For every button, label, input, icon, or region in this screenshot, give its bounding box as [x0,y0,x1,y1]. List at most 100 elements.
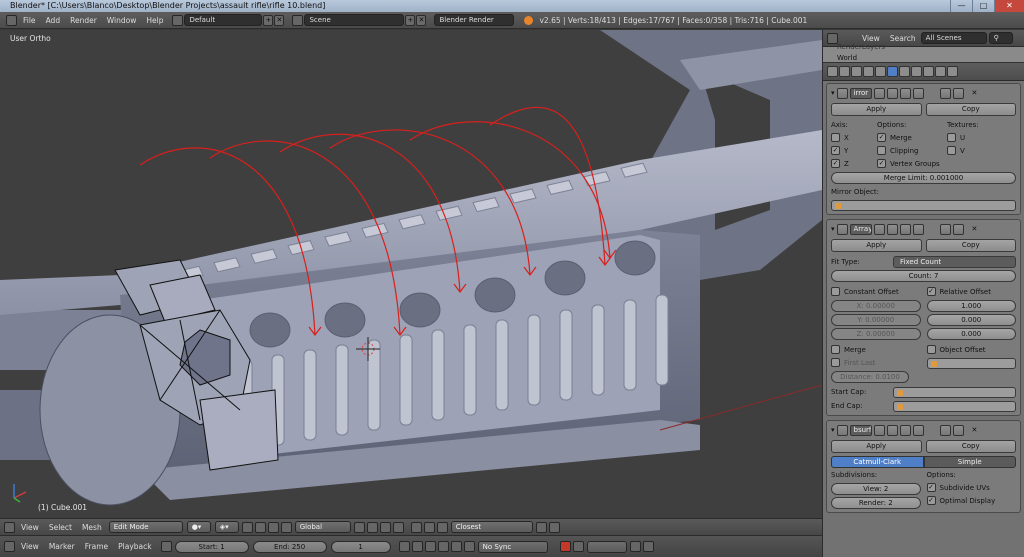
subsurf-tab-catmull-clark[interactable]: Catmull-Clark [831,456,924,468]
mirror-merge-limit-field[interactable]: Merge Limit: 0.001000 [831,172,1016,184]
menu-render[interactable]: Render [65,16,102,25]
array-constant-x-field[interactable]: X: 0.00000 [831,300,921,312]
tab-scene-icon[interactable] [839,66,850,77]
snap-align-icon[interactable] [535,521,547,533]
tab-data-icon[interactable] [899,66,910,77]
current-frame-field[interactable]: 1 [330,540,391,553]
array-constant-y-field[interactable]: Y: 0.00000 [831,314,921,326]
jump-end-icon[interactable] [463,541,475,552]
subsurf-move-up-icon[interactable] [939,424,951,436]
mode-select[interactable]: Edit Mode [108,521,183,533]
array-relative-offset-checkbox[interactable]: ✓ Relative Offset [926,285,1017,298]
array-render-toggle[interactable] [873,223,885,235]
mirror-apply-button[interactable]: Apply [831,103,922,116]
jump-start-icon[interactable] [398,541,410,552]
editor-type-icon-3d[interactable] [4,521,15,533]
snap-target-select[interactable]: Closest [450,521,533,533]
pivot-select[interactable]: ◈▾ [214,521,239,533]
array-copy-button[interactable]: Copy [925,239,1016,252]
start-frame-field[interactable]: Start: 1 [174,540,249,553]
subsurf-view-toggle[interactable] [886,424,898,436]
subsurf-cage-toggle[interactable] [912,424,924,436]
tab-world-icon[interactable] [851,66,862,77]
mirror-move-down-icon[interactable] [952,87,964,99]
magnet-icon[interactable] [436,521,448,533]
mirror-axis-y-checkbox[interactable]: ✓ Y [831,144,877,157]
subsurf-view-levels-field[interactable]: View: 2 [831,483,921,495]
mirror-render-toggle[interactable] [873,87,885,99]
mirror-clipping-checkbox[interactable]: Clipping [877,144,947,157]
collapse-icon[interactable]: ▾ [831,88,835,99]
array-apply-button[interactable]: Apply [831,239,922,252]
shading-select[interactable]: ●▾ [186,521,211,533]
mirror-remove-icon[interactable]: ✕ [972,88,978,99]
array-fit-type-select[interactable]: Fixed Count [893,256,1016,268]
preview-range-icon[interactable] [160,541,172,552]
close-button[interactable]: ✕ [994,0,1024,12]
limit-selection-icon[interactable] [392,521,404,533]
array-name-field[interactable]: Array [849,223,872,235]
mirror-axis-x-checkbox[interactable]: X [831,131,877,144]
timeline-menu-playback[interactable]: Playback [113,542,156,551]
3d-viewport[interactable]: User Ortho (1) Cube.001 [0,30,822,518]
translate-icon[interactable] [254,521,266,533]
array-cage-toggle[interactable] [912,223,924,235]
layout-icon[interactable] [172,14,184,26]
tab-object-icon[interactable] [863,66,874,77]
array-relative-x-field[interactable]: 1.000 [926,300,1016,312]
timeline-menu-frame[interactable]: Frame [80,542,113,551]
array-count-field[interactable]: Count: 7 [831,270,1016,282]
proportional-edit-icon[interactable] [410,521,422,533]
scene-remove-button[interactable]: ✕ [416,14,427,26]
delete-keyframe-icon[interactable] [642,541,654,552]
outliner-menu-search[interactable]: Search [885,34,921,43]
outliner-row-renderlayers[interactable]: RenderLayers [837,43,885,51]
scene-icon[interactable] [292,14,304,26]
play-reverse-icon[interactable] [424,541,436,552]
minimize-button[interactable]: — [950,0,972,12]
subsurf-apply-button[interactable]: Apply [831,440,922,453]
menu-window[interactable]: Window [102,16,142,25]
array-first-last-checkbox[interactable]: First Last [831,356,921,369]
outliner-search-input[interactable]: ⚲ [988,32,1013,44]
subsurf-render-levels-field[interactable]: Render: 2 [831,497,921,509]
editor-type-icon-timeline[interactable] [4,541,15,552]
layout-remove-button[interactable]: ✕ [274,14,285,26]
subsurf-move-down-icon[interactable] [952,424,964,436]
tab-constraints-icon[interactable] [875,66,886,77]
mirror-cage-toggle[interactable] [912,87,924,99]
array-end-cap-field[interactable] [893,401,1016,412]
sync-select[interactable]: No Sync [477,540,548,553]
insert-keyframe-icon[interactable] [629,541,641,552]
mirror-view-toggle[interactable] [886,87,898,99]
timeline-menu-marker[interactable]: Marker [44,542,80,551]
subsurf-copy-button[interactable]: Copy [925,440,1016,453]
play-icon[interactable] [437,541,449,552]
mirror-name-field[interactable]: irror [849,87,872,99]
menu-help[interactable]: Help [141,16,168,25]
outliner-row-world[interactable]: World [837,54,857,62]
mirror-tex-v-checkbox[interactable]: V [947,144,979,157]
array-relative-z-field[interactable]: 0.000 [926,328,1016,340]
mirror-copy-button[interactable]: Copy [925,103,1016,116]
snap-icon[interactable] [423,521,435,533]
array-constant-offset-checkbox[interactable]: Constant Offset [831,285,921,298]
tab-render-icon[interactable] [827,66,838,77]
mirror-vertex-groups-checkbox[interactable]: ✓ Vertex Groups [877,157,947,170]
mirror-axis-z-checkbox[interactable]: ✓ Z [831,157,877,170]
vertex-select-icon[interactable] [353,521,365,533]
edge-select-icon[interactable] [366,521,378,533]
subsurf-uvs-checkbox[interactable]: ✓ Subdivide UVs [926,481,1017,494]
tab-modifiers-icon[interactable] [887,66,898,77]
layout-add-button[interactable]: + [263,14,274,26]
array-distance-field[interactable]: Distance: 0.0100 [831,371,909,383]
subsurf-edit-toggle[interactable] [899,424,911,436]
scene-field[interactable]: Scene [304,14,405,26]
opengl-render-icon[interactable] [548,521,560,533]
subsurf-remove-icon[interactable]: ✕ [972,425,978,436]
outliner-editor-icon[interactable] [827,32,838,44]
array-relative-y-field[interactable]: 0.000 [926,314,1016,326]
array-move-down-icon[interactable] [952,223,964,235]
face-select-icon[interactable] [379,521,391,533]
keying-set-field[interactable] [586,540,627,553]
